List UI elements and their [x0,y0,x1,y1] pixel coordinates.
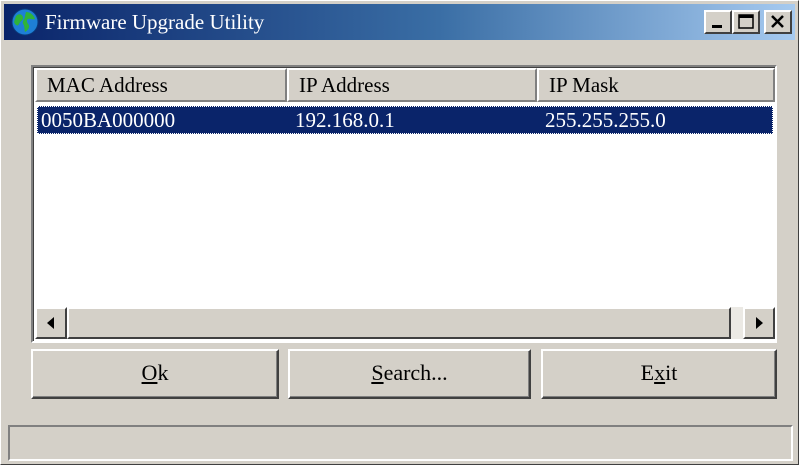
minimize-icon [712,25,722,28]
ok-accelerator: O [141,360,158,385]
exit-accelerator: x [654,360,666,385]
globe-icon [11,8,39,36]
title-bar[interactable]: Firmware Upgrade Utility [4,4,795,40]
search-label-rest: earch... [383,360,448,385]
table-row[interactable]: 0050BA000000 192.168.0.1 255.255.255.0 [37,106,773,134]
column-header-mac-address[interactable]: MAC Address [35,68,287,102]
device-list[interactable]: MAC Address IP Address IP Mask 0050BA000… [31,65,777,343]
scroll-left-button[interactable] [35,307,67,339]
cell-mac-address: 0050BA000000 [41,108,176,132]
search-button[interactable]: Search... [288,349,531,399]
cell-ip-address: 192.168.0.1 [295,108,395,132]
scroll-right-button[interactable] [743,307,775,339]
maximize-button[interactable] [732,10,760,34]
column-header-ip-address[interactable]: IP Address [287,68,537,102]
cell-ip-mask: 255.255.255.0 [545,108,666,132]
scroll-thumb[interactable] [67,307,731,339]
close-button[interactable] [764,10,792,34]
arrow-left-icon [47,317,54,329]
status-bar [8,425,793,461]
minimize-button[interactable] [704,10,732,34]
exit-button[interactable]: Exit [541,349,777,399]
maximize-icon [738,14,754,29]
arrow-right-icon [756,317,763,329]
close-icon [771,15,784,28]
horizontal-scrollbar[interactable] [35,307,775,339]
search-accelerator: S [371,360,384,385]
exit-label-rest: it [665,360,678,385]
column-header-ip-mask[interactable]: IP Mask [537,68,775,102]
window-title: Firmware Upgrade Utility [45,10,265,34]
ok-button[interactable]: Ok [31,349,279,399]
exit-label-pre: E [640,360,655,385]
list-header: MAC Address IP Address IP Mask [35,68,775,102]
ok-label-rest: k [157,360,169,385]
firmware-upgrade-window: Firmware Upgrade Utility MAC Address IP … [0,0,799,465]
